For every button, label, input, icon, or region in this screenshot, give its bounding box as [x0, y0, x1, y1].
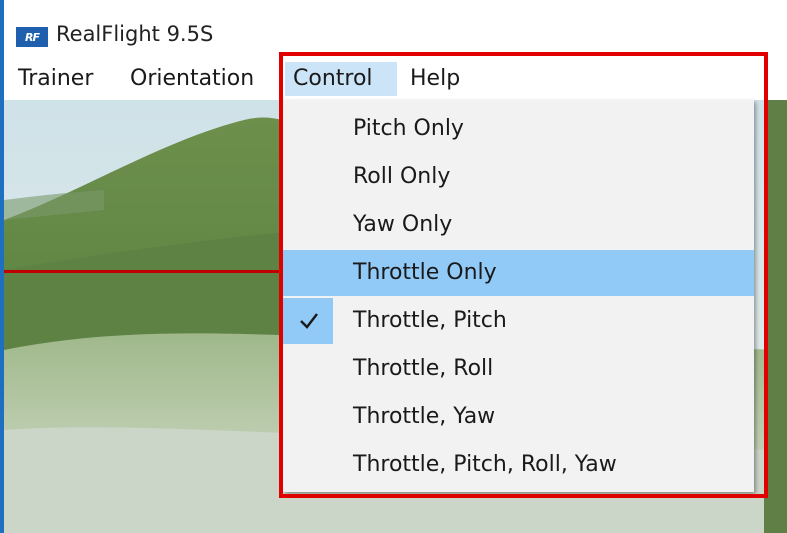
menu-help[interactable]: Help	[402, 62, 468, 96]
menu-option-label: Pitch Only	[353, 116, 464, 141]
menu-bar: Trainer Orientation Control Help	[4, 58, 787, 100]
menu-option-throttle-roll[interactable]: Throttle, Roll	[283, 346, 754, 392]
check-cell	[283, 394, 333, 440]
menu-option-pitch-only[interactable]: Pitch Only	[283, 106, 754, 152]
menu-trainer[interactable]: Trainer	[10, 62, 101, 96]
menu-option-roll-only[interactable]: Roll Only	[283, 154, 754, 200]
check-cell	[283, 346, 333, 392]
menu-option-label: Throttle, Pitch	[353, 308, 507, 333]
menu-option-label: Throttle, Yaw	[353, 404, 496, 429]
annotation-pointer-line	[4, 270, 279, 273]
menu-option-label: Throttle, Roll	[353, 356, 494, 381]
app-title: RealFlight 9.5S	[56, 22, 214, 46]
check-cell	[283, 202, 333, 248]
menu-control[interactable]: Control	[285, 62, 397, 96]
menu-option-yaw-only[interactable]: Yaw Only	[283, 202, 754, 248]
menu-orientation[interactable]: Orientation	[122, 62, 262, 96]
menu-option-label: Throttle, Pitch, Roll, Yaw	[353, 452, 617, 477]
menu-option-throttle-only[interactable]: Throttle Only	[283, 250, 754, 296]
title-bar: RF RealFlight 9.5S	[4, 0, 787, 58]
check-cell	[283, 106, 333, 152]
checkmark-icon	[300, 313, 318, 329]
menu-option-throttle-pitch[interactable]: Throttle, Pitch	[283, 298, 754, 344]
check-cell	[283, 442, 333, 488]
app-logo-icon: RF	[16, 27, 48, 47]
menu-option-throttle-yaw[interactable]: Throttle, Yaw	[283, 394, 754, 440]
check-cell	[283, 250, 333, 296]
menu-option-throttle-pitch-roll-yaw[interactable]: Throttle, Pitch, Roll, Yaw	[283, 442, 754, 488]
check-cell	[283, 298, 333, 344]
check-cell	[283, 154, 333, 200]
menu-option-label: Yaw Only	[353, 212, 453, 237]
control-dropdown-menu: Pitch Only Roll Only Yaw Only Throttle O…	[283, 100, 754, 492]
menu-option-label: Throttle Only	[353, 260, 497, 285]
menu-option-label: Roll Only	[353, 164, 451, 189]
